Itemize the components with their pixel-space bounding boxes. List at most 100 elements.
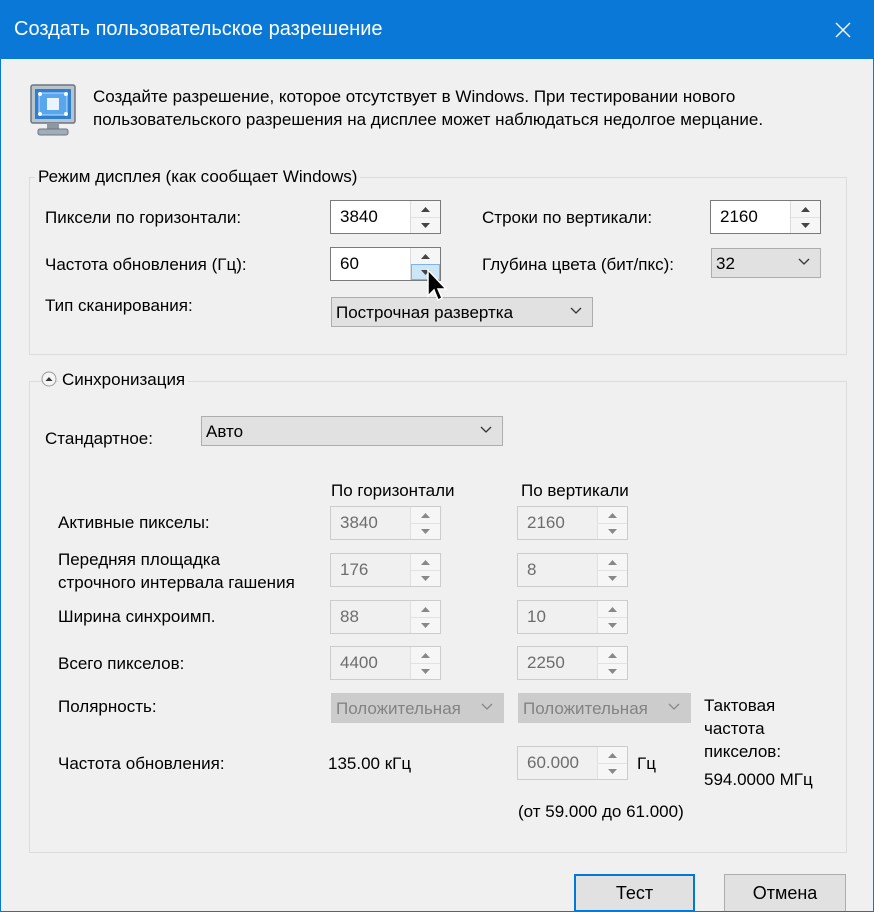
sync-width-v-up-button bbox=[598, 601, 627, 618]
chevron-down-icon bbox=[480, 426, 492, 433]
refresh-rate-spinner[interactable]: 60 bbox=[330, 247, 441, 281]
h-pixels-spinner[interactable]: 3840 bbox=[330, 200, 441, 234]
total-pixels-label: Всего пикселов: bbox=[58, 654, 185, 673]
chevron-down-icon bbox=[668, 703, 680, 710]
column-vertical-header: По вертикали bbox=[521, 481, 629, 500]
arrow-up-icon bbox=[421, 512, 430, 518]
front-porch-h-spinner: 176 bbox=[330, 553, 441, 587]
monitor-icon bbox=[30, 84, 76, 136]
arrow-up-icon bbox=[608, 559, 617, 565]
close-button[interactable] bbox=[813, 1, 873, 59]
front-porch-h-up-button bbox=[411, 554, 440, 571]
v-lines-down-button[interactable] bbox=[791, 217, 820, 233]
arrow-up-icon bbox=[608, 652, 617, 658]
arrow-down-icon bbox=[421, 622, 430, 628]
front-porch-v-value: 8 bbox=[527, 560, 537, 579]
arrow-down-icon bbox=[608, 768, 617, 774]
color-depth-value: 32 bbox=[716, 254, 735, 273]
refresh-rate-label: Частота обновления (Гц): bbox=[45, 255, 247, 274]
arrow-down-icon bbox=[608, 622, 617, 628]
front-porch-v-down-button bbox=[598, 570, 627, 586]
test-button[interactable]: Тест bbox=[574, 874, 695, 911]
refresh-rate-down-button[interactable] bbox=[411, 264, 440, 280]
arrow-down-icon bbox=[421, 269, 430, 275]
arrow-up-icon bbox=[421, 606, 430, 612]
display-mode-legend: Режим дисплея (как сообщает Windows) bbox=[35, 167, 361, 187]
standard-value: Авто bbox=[206, 422, 244, 441]
title-bar: Создать пользовательское разрешение bbox=[1, 1, 873, 59]
timing-legend[interactable]: Синхронизация bbox=[59, 370, 189, 390]
total-v-up-button bbox=[598, 647, 627, 664]
v-lines-label: Строки по вертикали: bbox=[482, 208, 653, 227]
standard-label: Стандартное: bbox=[45, 429, 153, 448]
front-porch-label-line1: Передняя площадка bbox=[58, 550, 221, 569]
front-porch-v-spinner: 8 bbox=[517, 553, 628, 587]
arrow-up-icon bbox=[801, 206, 810, 212]
v-lines-up-button[interactable] bbox=[791, 201, 820, 218]
arrow-down-icon bbox=[421, 668, 430, 674]
active-h-down-button bbox=[411, 523, 440, 539]
pixel-clock-label-line3: пикселов: bbox=[704, 742, 782, 761]
sync-width-h-down-button bbox=[411, 617, 440, 633]
arrow-up-icon bbox=[421, 652, 430, 658]
pixel-clock-value: 594.0000 МГц bbox=[704, 770, 813, 789]
chevron-down-icon bbox=[570, 307, 582, 314]
total-h-up-button bbox=[411, 647, 440, 664]
active-h-up-button bbox=[411, 507, 440, 524]
polarity-h-dropdown: Положительная bbox=[331, 693, 504, 723]
active-h-spinner: 3840 bbox=[330, 506, 441, 540]
active-v-value: 2160 bbox=[527, 513, 565, 532]
sync-width-h-spinner: 88 bbox=[330, 600, 441, 634]
active-pixels-label: Активные пикселы: bbox=[58, 513, 210, 532]
intro-text: Создайте разрешение, которое отсутствует… bbox=[93, 87, 764, 129]
v-lines-spinner[interactable]: 2160 bbox=[710, 200, 821, 234]
arrow-up-icon bbox=[608, 512, 617, 518]
front-porch-v-up-button bbox=[598, 554, 627, 571]
window-title: Создать пользовательское разрешение bbox=[14, 18, 383, 40]
h-pixels-label: Пиксели по горизонтали: bbox=[45, 208, 242, 227]
cancel-button[interactable]: Отмена bbox=[724, 874, 846, 911]
arrow-up-icon bbox=[608, 606, 617, 612]
refresh-rate-value[interactable]: 60 bbox=[340, 254, 359, 274]
timing-refresh-v-value: 60.000 bbox=[527, 753, 579, 772]
scan-type-label: Тип сканирования: bbox=[45, 296, 193, 315]
polarity-label: Полярность: bbox=[58, 697, 157, 716]
arrow-down-icon bbox=[608, 528, 617, 534]
arrow-down-icon bbox=[421, 528, 430, 534]
timing-refresh-label: Частота обновления: bbox=[58, 754, 225, 773]
timing-refresh-down-button bbox=[598, 763, 627, 779]
pixel-clock-label-line1: Тактовая bbox=[704, 696, 776, 715]
total-v-value: 2250 bbox=[527, 653, 565, 672]
h-pixels-value[interactable]: 3840 bbox=[340, 207, 378, 227]
arrow-down-icon bbox=[608, 575, 617, 581]
total-h-value: 4400 bbox=[340, 653, 378, 672]
total-h-spinner: 4400 bbox=[330, 646, 441, 680]
color-depth-label: Глубина цвета (бит/пкс): bbox=[482, 255, 675, 274]
timing-refresh-range: (от 59.000 до 61.000) bbox=[518, 802, 684, 821]
arrow-down-icon bbox=[421, 222, 430, 228]
front-porch-label-line2: строчного интервала гашения bbox=[58, 573, 295, 592]
h-pixels-down-button[interactable] bbox=[411, 217, 440, 233]
chevron-down-icon bbox=[798, 258, 810, 265]
total-h-down-button bbox=[411, 663, 440, 679]
arrow-down-icon bbox=[608, 668, 617, 674]
v-lines-value[interactable]: 2160 bbox=[720, 207, 758, 227]
total-v-down-button bbox=[598, 663, 627, 679]
pixel-clock-label-line2: частота bbox=[704, 719, 765, 738]
h-pixels-up-button[interactable] bbox=[411, 201, 440, 218]
standard-dropdown[interactable]: Авто bbox=[201, 416, 503, 446]
sync-width-label: Ширина синхроимп. bbox=[58, 607, 216, 626]
color-depth-dropdown[interactable]: 32 bbox=[711, 248, 821, 278]
scan-type-value: Построчная развертка bbox=[336, 303, 514, 322]
polarity-h-value: Положительная bbox=[336, 699, 461, 718]
scan-type-dropdown[interactable]: Построчная развертка bbox=[331, 297, 593, 327]
active-v-down-button bbox=[598, 523, 627, 539]
timing-refresh-v-spinner: 60.000 bbox=[517, 746, 628, 780]
timing-refresh-unit: Гц bbox=[637, 754, 656, 773]
arrow-down-icon bbox=[801, 222, 810, 228]
collapse-icon[interactable] bbox=[41, 371, 57, 387]
refresh-rate-up-button[interactable] bbox=[411, 248, 440, 265]
arrow-up-icon bbox=[421, 559, 430, 565]
polarity-v-dropdown: Положительная bbox=[518, 693, 691, 723]
sync-width-v-spinner: 10 bbox=[517, 600, 628, 634]
